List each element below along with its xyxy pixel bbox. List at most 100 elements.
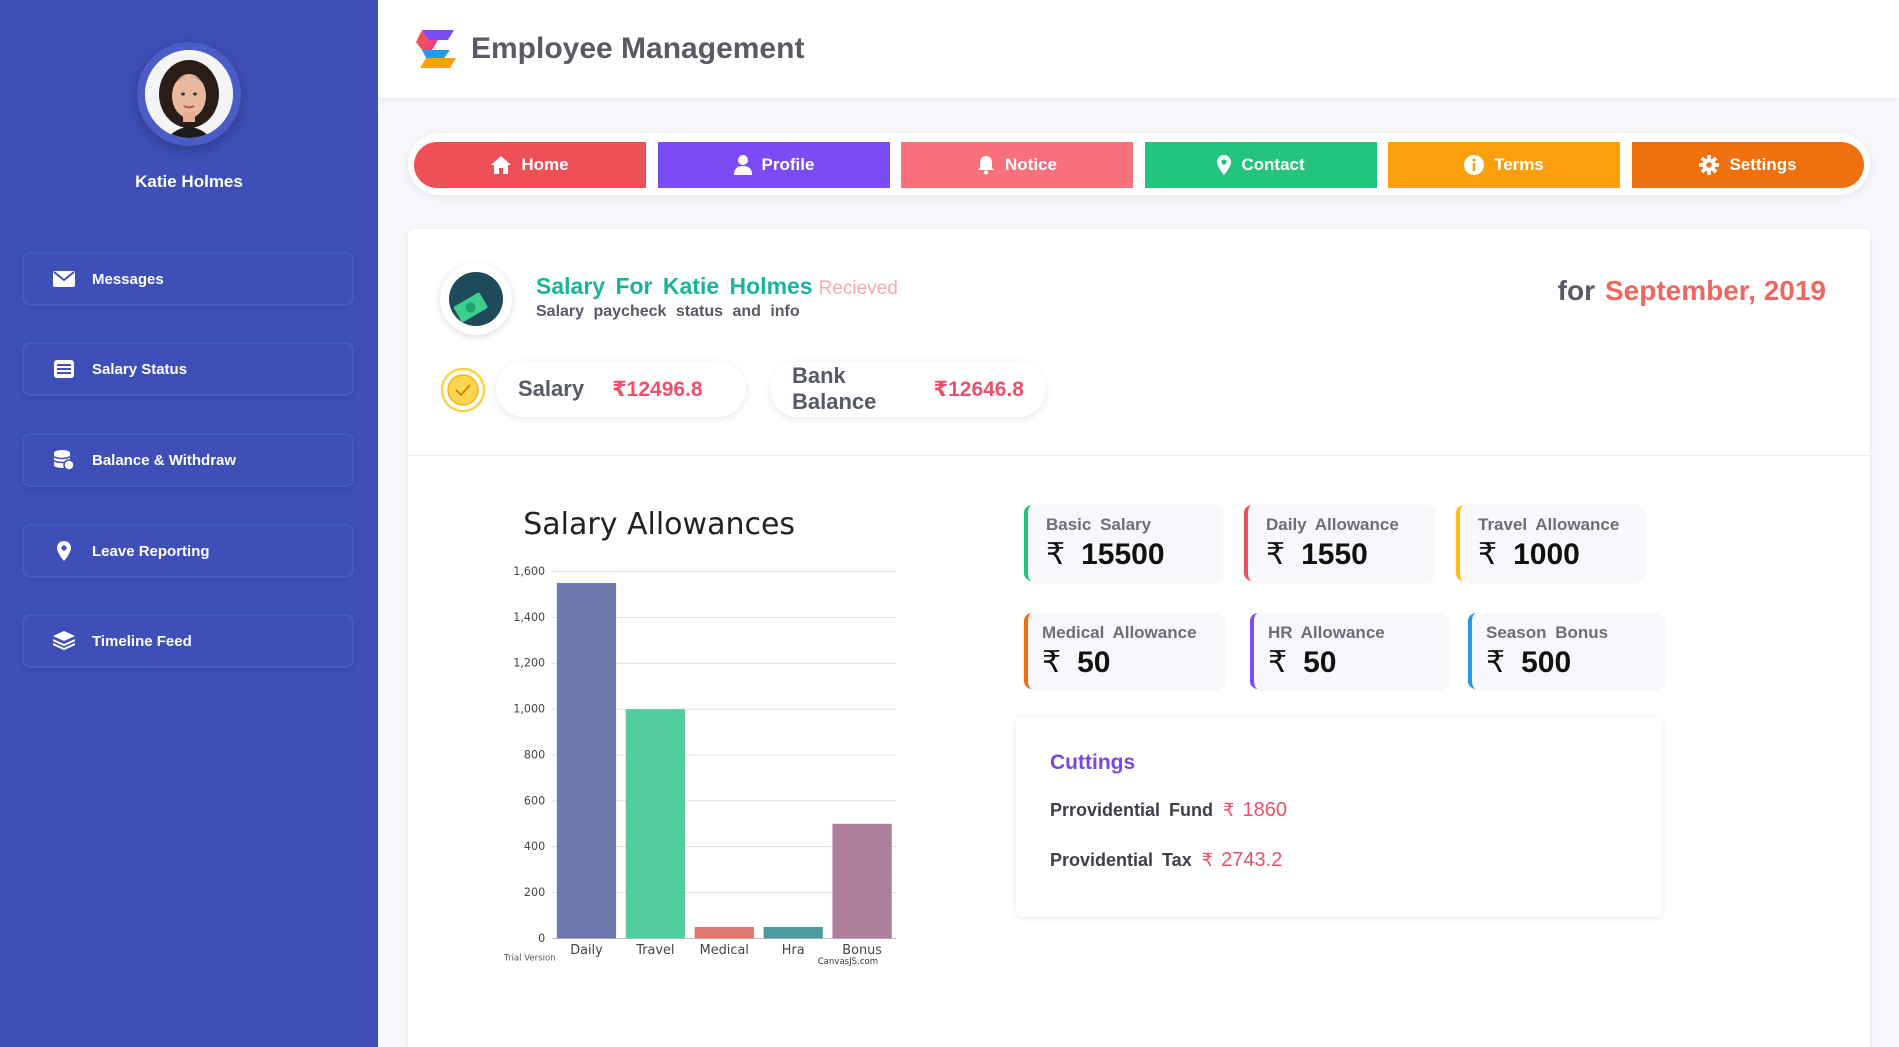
app-title: Employee Management (471, 32, 805, 65)
x-tick-label: Medical (700, 943, 749, 958)
sidebar-item-timeline-feed[interactable]: Timeline Feed (22, 614, 354, 668)
nav-contact-button[interactable]: Contact (1145, 142, 1377, 188)
allowance-tile-travel: Travel Allowance ₹1000 (1456, 505, 1644, 581)
allowance-label: Season Bonus (1486, 623, 1609, 642)
allowance-tile-daily: Daily Allowance ₹1550 (1244, 505, 1434, 581)
allowance-amount: 1000 (1513, 538, 1580, 571)
cutting-row-provident-fund: Prrovidential Fund ₹1860 (1050, 799, 1287, 822)
rupee-symbol: ₹ (1223, 800, 1235, 820)
salary-subtitle: Salary paycheck status and info (536, 303, 800, 320)
sidebar-item-label: Messages (92, 270, 164, 288)
chart-watermark-right: CanvasJS.com (818, 957, 878, 967)
bar-hra (763, 926, 823, 939)
salary-title: Salary For Katie Holmes Recieved (536, 273, 898, 300)
user-icon (733, 155, 752, 175)
rupee-symbol: ₹ (1268, 646, 1288, 679)
sidebar-item-messages[interactable]: Messages (22, 252, 354, 306)
cutting-amount: 2743.2 (1221, 849, 1283, 871)
sidebar-item-salary-status[interactable]: Salary Status (22, 342, 354, 396)
cuttings-title: Cuttings (1050, 751, 1136, 774)
nav-home-button[interactable]: Home (414, 142, 646, 188)
nav-profile-button[interactable]: Profile (658, 142, 890, 188)
sidebar-item-leave-reporting[interactable]: Leave Reporting (22, 524, 354, 578)
allowance-label: Medical Allowance (1042, 623, 1197, 642)
cutting-row-providential-tax: Providential Tax ₹2743.2 (1050, 849, 1282, 872)
x-tick-label: Travel (635, 943, 674, 958)
chart-watermark-left: Trial Version (503, 954, 556, 964)
bank-balance-label: Bank Balance (792, 363, 877, 414)
y-tick-label: 400 (524, 840, 545, 853)
y-tick-label: 800 (524, 748, 545, 761)
map-pin-icon (1217, 155, 1232, 175)
nav-notice-button[interactable]: Notice (901, 142, 1133, 188)
allowance-label: HR Allowance (1268, 623, 1385, 642)
allowance-value: ₹1000 (1478, 537, 1626, 572)
rupee-symbol: ₹ (1201, 850, 1214, 870)
chart-x-axis: Daily Travel Medical Hra Bonus (570, 943, 882, 958)
y-tick-label: 1,600 (513, 565, 545, 578)
allowance-tile-hr: HR Allowance ₹50 (1250, 613, 1448, 689)
sidebar-item-balance-withdraw[interactable]: Balance & Withdraw (22, 433, 354, 487)
layers-icon (52, 630, 76, 652)
check-circle-icon (440, 367, 486, 413)
salary-allowances-chart: Salary Allowances 0 200 400 600 800 1,000 1,20… (448, 491, 968, 971)
allowance-value: ₹50 (1042, 645, 1206, 680)
y-tick-label: 600 (524, 794, 545, 807)
y-tick-label: 200 (524, 886, 545, 899)
nav-label: Home (521, 155, 569, 174)
bank-balance-amount: ₹12646.8 (933, 377, 1024, 401)
map-pin-icon (52, 540, 76, 562)
bank-balance-pill: Bank Balance ₹12646.8 (770, 361, 1046, 417)
rupee-symbol: ₹ (1042, 646, 1062, 679)
sidebar: Katie Holmes Messages Salary Status Bala… (0, 0, 378, 1047)
list-icon (52, 358, 76, 380)
allowance-value: ₹15500 (1046, 537, 1204, 572)
nav-label: Terms (1494, 155, 1544, 174)
avatar-image (145, 50, 233, 138)
cuttings-panel: Cuttings Prrovidential Fund ₹1860 Provide… (1016, 717, 1662, 917)
allowance-tile-season-bonus: Season Bonus ₹500 (1468, 613, 1664, 689)
period-month: September, 2019 (1604, 275, 1826, 306)
allowance-value: ₹1550 (1266, 537, 1416, 572)
salary-label: Salary (518, 376, 585, 401)
app-logo[interactable] (414, 24, 462, 74)
rupee-symbol: ₹ (1046, 538, 1066, 571)
allowance-amount: 15500 (1081, 538, 1165, 571)
salary-amount: ₹12496.8 (612, 377, 703, 401)
sidebar-item-label: Leave Reporting (92, 542, 210, 560)
period-prefix: for (1557, 275, 1595, 306)
nav-label: Contact (1241, 155, 1305, 174)
cutting-label: Providential Tax (1050, 850, 1192, 870)
home-icon (491, 156, 512, 174)
allowance-label: Daily Allowance (1266, 515, 1399, 534)
rupee-symbol: ₹ (1486, 646, 1506, 679)
salary-pill: Salary ₹12496.8 (496, 361, 746, 417)
allowance-label: Travel Allowance (1478, 515, 1620, 534)
y-tick-label: 1,200 (513, 657, 545, 670)
top-header: Employee Management (378, 0, 1899, 98)
user-name: Katie Holmes (135, 172, 243, 191)
bar-medical (694, 926, 754, 939)
allowance-amount: 1550 (1301, 538, 1368, 571)
nav-settings-button[interactable]: Settings (1632, 142, 1864, 188)
info-icon (1464, 155, 1485, 175)
allowance-amount: 50 (1077, 646, 1111, 679)
x-tick-label: Bonus (842, 943, 882, 958)
status-badge: Recieved (818, 278, 898, 299)
rupee-symbol: ₹ (1478, 538, 1498, 571)
nav-terms-button[interactable]: Terms (1388, 142, 1620, 188)
cutting-label: Prrovidential Fund (1050, 800, 1214, 820)
y-tick-label: 1,000 (513, 703, 545, 716)
allowance-amount: 50 (1303, 646, 1337, 679)
sidebar-item-label: Salary Status (92, 360, 188, 378)
avatar[interactable] (137, 42, 241, 146)
gear-icon (1699, 155, 1720, 175)
x-tick-label: Daily (570, 943, 603, 958)
nav-label: Profile (761, 155, 815, 174)
cutting-amount: 1860 (1242, 799, 1287, 821)
bar-travel (625, 709, 686, 939)
allowance-value: ₹500 (1486, 645, 1646, 680)
nav-label: Notice (1005, 155, 1057, 174)
salary-card: Salary For Katie Holmes Recieved Salary p… (408, 229, 1870, 1047)
rupee-symbol: ₹ (1266, 538, 1286, 571)
